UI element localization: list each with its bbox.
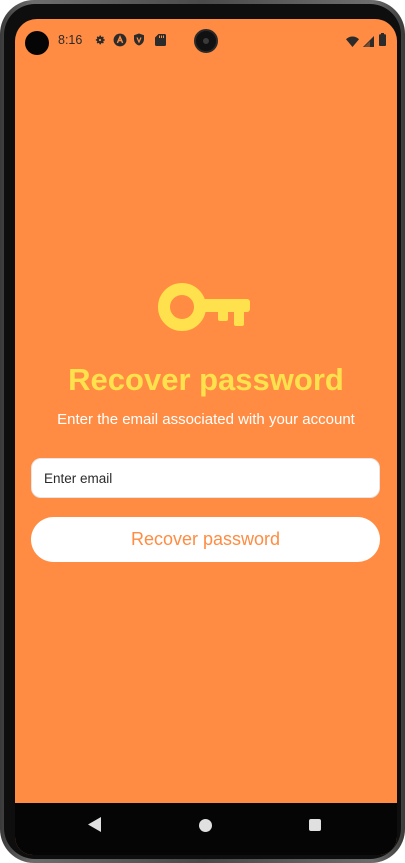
navigation-bar [15, 803, 397, 855]
device-frame: 8:16 Recover password Enter the email as… [0, 0, 405, 863]
page-subtitle: Enter the email associated with your acc… [57, 411, 355, 428]
camera-dot [25, 31, 49, 55]
front-camera [194, 29, 218, 53]
sd-card-icon [155, 33, 166, 51]
back-icon[interactable] [88, 817, 101, 837]
status-bar: 8:16 [15, 19, 397, 59]
a-badge-icon [113, 33, 127, 52]
signal-icon [363, 34, 374, 52]
wifi-icon [346, 34, 359, 52]
settings-icon [94, 33, 106, 51]
shield-icon [133, 33, 145, 51]
battery-icon [379, 33, 386, 51]
device-bezel: 8:16 Recover password Enter the email as… [4, 4, 401, 859]
key-icon [158, 283, 252, 336]
page-title: Recover password [68, 362, 344, 397]
status-time: 8:16 [58, 33, 83, 47]
recents-icon[interactable] [309, 819, 321, 831]
screen: 8:16 Recover password Enter the email as… [15, 19, 397, 855]
home-icon[interactable] [199, 819, 212, 832]
recover-password-button[interactable]: Recover password [31, 517, 380, 562]
email-field[interactable] [31, 458, 380, 498]
